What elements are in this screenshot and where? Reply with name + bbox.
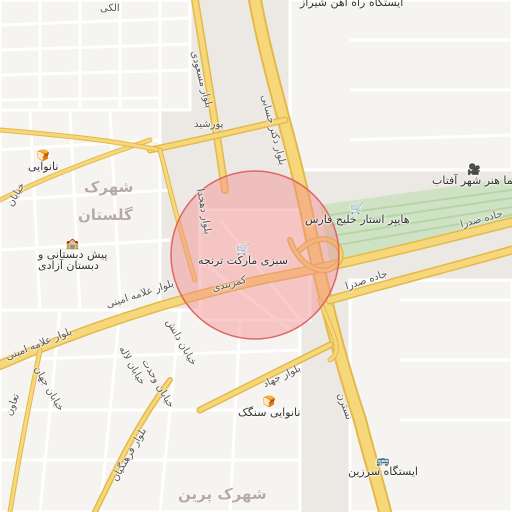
poi-cinema-label: تما هنر شهر آفتاب	[432, 174, 512, 187]
poi-train-station[interactable]: ایستگاه راه آهن شیراز	[300, 0, 403, 8]
poi-cinema[interactable]: 🎥 تما هنر شهر آفتاب	[432, 164, 512, 186]
poi-train-station-label: ایستگاه راه آهن شیراز	[300, 0, 404, 9]
poi-school-label-2: دبستان آزادی	[38, 259, 99, 272]
poi-bus-station[interactable]: 🚌 ایستگاه سرزین	[348, 455, 418, 477]
poi-bakery-top[interactable]: 🍞 نانوایی	[28, 150, 58, 172]
poi-bakery-bottom[interactable]: 🍞 نانوایی سنگک	[238, 396, 300, 418]
poi-star-gulf-label: هایپر استار خلیج فارس	[305, 213, 410, 226]
road-label-poorshid: پورشید	[194, 119, 224, 130]
poi-market[interactable]: 🛒 سبزی مارکت ترنجه	[198, 244, 288, 266]
road-label-lakhi: الکی	[100, 3, 120, 14]
district-parin: شهرک پرین	[178, 485, 267, 503]
poi-school[interactable]: 🏫 پیش دبستانی و دبستان آزادی	[38, 238, 107, 271]
poi-bakery-top-label: نانوایی	[28, 160, 59, 173]
district-golestan-2: گلستان	[78, 206, 133, 224]
district-golestan-1: شهرک	[84, 178, 134, 196]
poi-bakery-bottom-label: نانوایی سنگک	[238, 406, 301, 419]
poi-market-label: سبزی مارکت ترنجه	[198, 254, 288, 267]
poi-star-gulf[interactable]: 🛒 هایپر استار خلیج فارس	[305, 203, 410, 225]
poi-bus-station-label: ایستگاه سرزین	[348, 465, 418, 478]
map-view[interactable]: شهرک گلستان شهرک پرین الکی پورشید بلوار …	[0, 0, 512, 512]
